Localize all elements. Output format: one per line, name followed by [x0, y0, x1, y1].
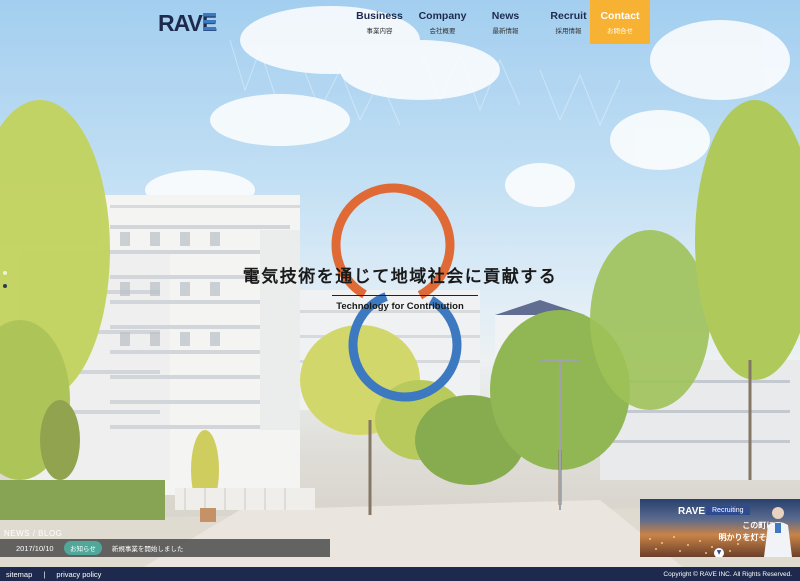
hero-headline-ja: 電気技術を通じて地域社会に貢献する: [242, 267, 558, 287]
slide-indicator: [3, 271, 7, 297]
rave-logo[interactable]: RAVE: [158, 10, 218, 34]
hero-background: [0, 0, 800, 581]
nav-label-en: Business: [356, 10, 403, 22]
nav-label-ja: 事業内容: [366, 27, 393, 35]
footer-links: sitemap | privacy policy: [0, 570, 101, 579]
nav-news[interactable]: News 最新情報: [474, 0, 537, 44]
site-footer: sitemap | privacy policy Copyright © RAV…: [0, 567, 800, 581]
staff-person-image: [764, 507, 792, 557]
news-category-badge: お知らせ: [64, 541, 102, 555]
footer-link-privacy[interactable]: privacy policy: [56, 570, 101, 579]
nav-business[interactable]: Business 事業内容: [348, 0, 411, 44]
chevron-down-icon[interactable]: ▼: [714, 548, 724, 557]
footer-separator: |: [43, 569, 46, 579]
nav-label-ja: 会社概要: [429, 27, 456, 35]
nav-company[interactable]: Company 会社概要: [411, 0, 474, 44]
nav-label-en: Company: [418, 10, 467, 22]
news-ticker[interactable]: 2017/10/10 お知らせ 新規事業を開始しました: [0, 539, 330, 557]
news-section-label: NEWS / BLOG: [4, 529, 63, 538]
nav-label-ja: 最新情報: [492, 27, 519, 35]
hero-headline-en: Technology for Contribution: [336, 301, 464, 312]
recruit-logo: RAVE: [678, 506, 706, 517]
contact-label-en: Contact: [600, 10, 640, 22]
recruiting-banner[interactable]: RAVE Recruiting この町に、 明かりを灯そう。 ▼: [640, 499, 800, 557]
slide-dot-active[interactable]: [3, 284, 7, 288]
slide-dot[interactable]: [3, 271, 7, 275]
main-nav: Business 事業内容 Company 会社概要 News 最新情報 Rec…: [348, 0, 600, 44]
headline-divider: [332, 295, 478, 296]
nav-contact-button[interactable]: Contact お問合せ: [590, 0, 650, 44]
news-title-link[interactable]: 新規事業を開始しました: [112, 543, 184, 553]
recruit-tag: Recruiting: [706, 506, 750, 515]
news-date: 2017/10/10: [16, 543, 54, 553]
contact-label-ja: お問合せ: [607, 27, 633, 35]
copyright-text: Copyright © RAVE INC. All Rights Reserve…: [663, 570, 792, 578]
hero-scene: [0, 0, 800, 581]
nav-label-en: News: [491, 10, 520, 22]
footer-link-sitemap[interactable]: sitemap: [6, 570, 32, 579]
